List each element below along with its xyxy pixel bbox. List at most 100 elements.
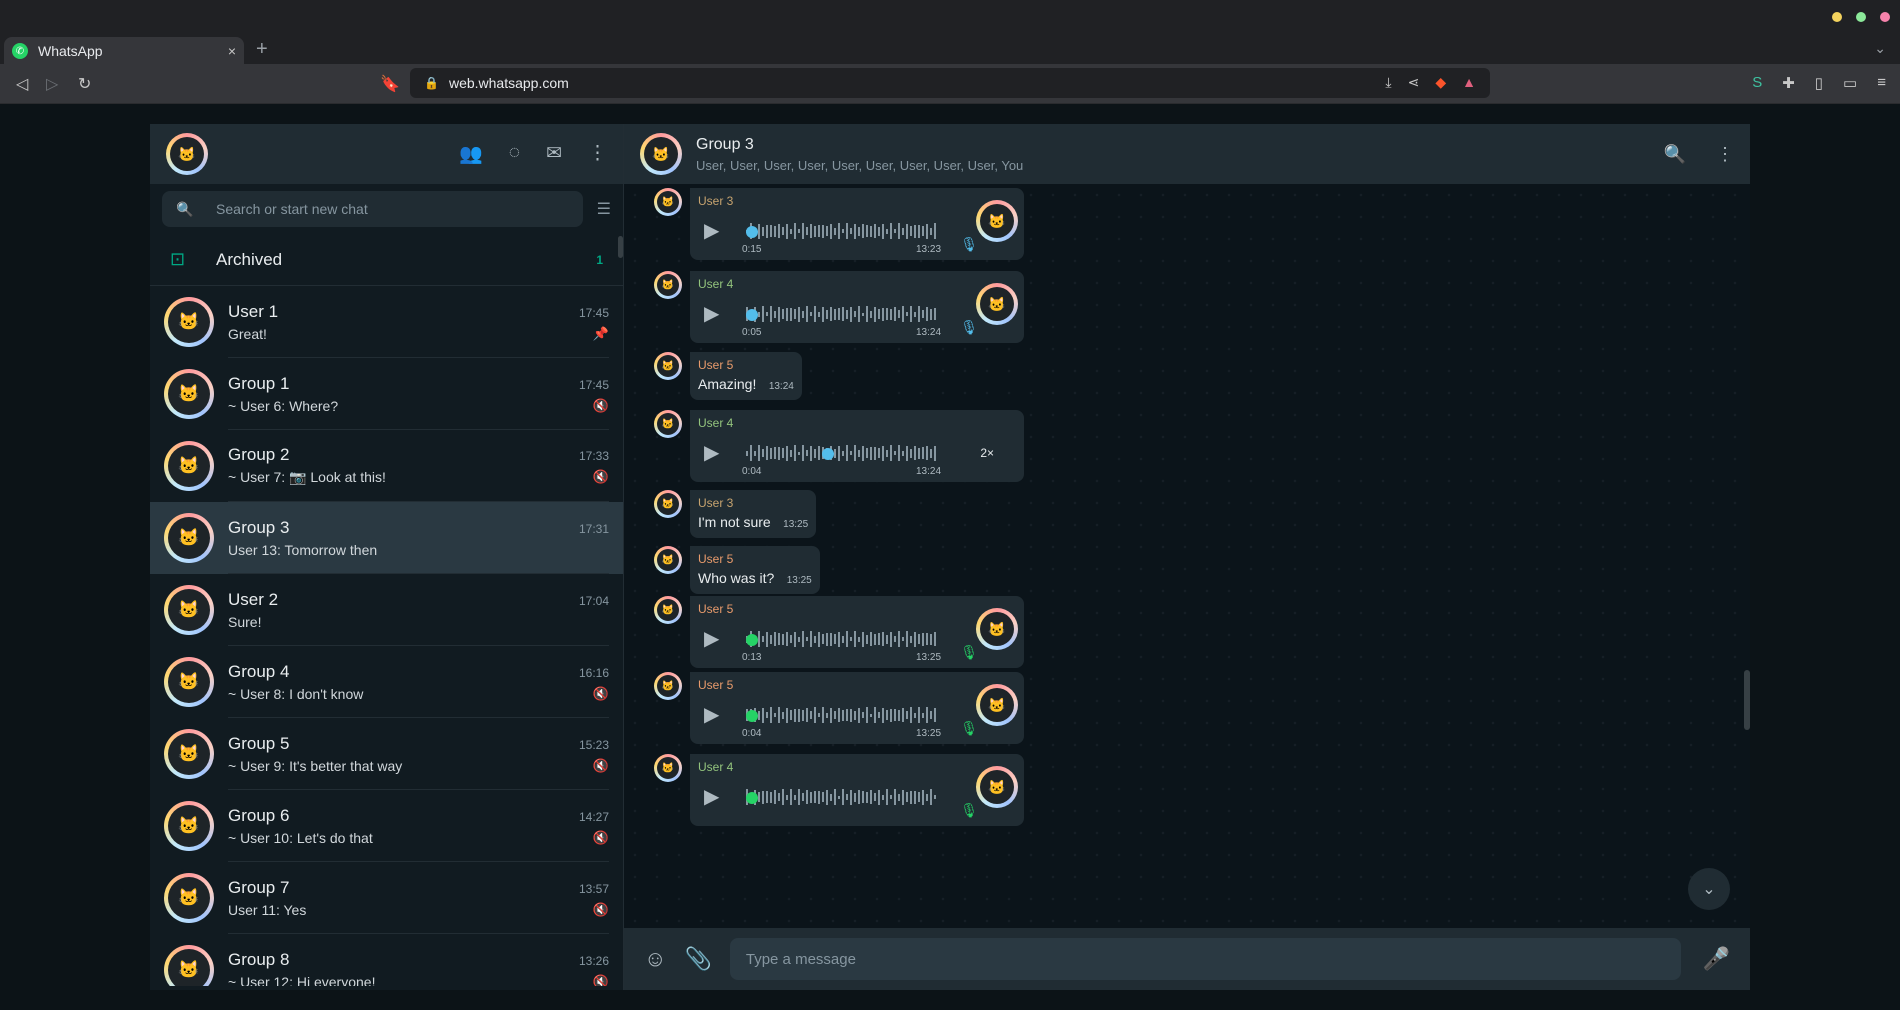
sender-name[interactable]: User 4 — [698, 277, 733, 291]
window-controls[interactable] — [1832, 12, 1890, 22]
play-icon[interactable]: ▶ — [704, 218, 719, 243]
chat-list-item[interactable]: 🐱 User 2 17:04 Sure! — [150, 574, 623, 646]
sidebar-toggle-icon[interactable]: ▯ — [1815, 74, 1823, 92]
communities-icon[interactable]: 👥 — [459, 142, 483, 166]
chat-avatar: 🐱 — [164, 297, 214, 347]
reload-icon[interactable]: ↻ — [78, 74, 91, 94]
menu-icon[interactable]: ⋮ — [588, 142, 607, 166]
close-window-button[interactable] — [1880, 12, 1890, 22]
minimize-button[interactable] — [1832, 12, 1842, 22]
chat-list-item[interactable]: 🐱 Group 6 14:27 ~ User 10: Let's do that… — [150, 790, 623, 862]
sender-avatar[interactable]: 🐱 — [654, 546, 682, 574]
sender-avatar[interactable]: 🐱 — [654, 490, 682, 518]
install-app-icon[interactable]: ⤓ — [1385, 74, 1391, 91]
search-input[interactable] — [216, 201, 516, 217]
sender-name[interactable]: User 3 — [698, 194, 733, 208]
back-icon[interactable]: ◁ — [16, 74, 28, 94]
play-icon[interactable]: ▶ — [704, 440, 719, 465]
playback-slider-handle[interactable] — [746, 634, 758, 646]
sender-avatar[interactable]: 🐱 — [654, 271, 682, 299]
playback-speed-button[interactable]: 2× — [980, 446, 994, 460]
message-bubble[interactable]: User 5 Amazing! 13:24 — [690, 352, 802, 400]
browser-tab-whatsapp[interactable]: ✆ WhatsApp × — [4, 37, 244, 65]
chat-list-item[interactable]: 🐱 Group 3 17:31 User 13: Tomorrow then — [150, 502, 623, 574]
message-input-box[interactable] — [729, 938, 1681, 980]
playback-slider-handle[interactable] — [746, 226, 758, 238]
voice-bubble[interactable]: User 5 ▶ 0:04 13:25 🐱 🎙 — [690, 672, 1024, 744]
search-box[interactable]: 🔍 — [162, 191, 583, 227]
voice-bubble[interactable]: User 5 ▶ 0:13 13:25 🐱 🎙 — [690, 596, 1024, 668]
waveform[interactable] — [746, 788, 936, 806]
sender-name[interactable]: User 3 — [698, 496, 808, 510]
attach-icon[interactable]: 📎 — [684, 946, 711, 972]
new-tab-button[interactable]: + — [256, 38, 268, 61]
bookmark-icon[interactable]: 🔖 — [380, 74, 400, 94]
playback-slider-handle[interactable] — [822, 448, 834, 460]
chat-list-item[interactable]: 🐱 Group 5 15:23 ~ User 9: It's better th… — [150, 718, 623, 790]
brave-rewards-icon[interactable]: ▲ — [1462, 74, 1476, 91]
share-icon[interactable]: ⋖ — [1408, 74, 1420, 91]
sender-avatar[interactable]: 🐱 — [654, 596, 682, 624]
voice-record-icon[interactable]: 🎤 — [1703, 946, 1730, 972]
emoji-icon[interactable]: ☺ — [644, 946, 666, 972]
sender-name[interactable]: User 4 — [698, 416, 733, 430]
playback-slider-handle[interactable] — [746, 309, 758, 321]
search-messages-icon[interactable]: 🔍 — [1664, 144, 1686, 165]
extension-icon[interactable]: S — [1752, 74, 1762, 92]
tab-list-chevron-icon[interactable]: ⌄ — [1874, 40, 1886, 57]
waveform[interactable] — [746, 706, 936, 724]
browser-menu-icon[interactable]: ≡ — [1877, 74, 1886, 92]
playback-slider-handle[interactable] — [746, 792, 758, 804]
scroll-to-bottom-button[interactable]: ⌄ — [1688, 868, 1730, 910]
chat-list-item[interactable]: 🐱 Group 8 13:26 ~ User 12: Hi everyone! … — [150, 934, 623, 986]
message-bubble[interactable]: User 5 Who was it? 13:25 — [690, 546, 820, 594]
conversation-menu-icon[interactable]: ⋮ — [1716, 144, 1734, 165]
waveform[interactable] — [746, 222, 936, 240]
sender-name[interactable]: User 5 — [698, 358, 794, 372]
play-icon[interactable]: ▶ — [704, 626, 719, 651]
voice-bubble[interactable]: User 4 ▶ 0:04 13:24 2× — [690, 410, 1024, 482]
message-input[interactable] — [745, 950, 1681, 968]
sender-name[interactable]: User 5 — [698, 602, 733, 616]
waveform[interactable] — [746, 630, 936, 648]
chat-list-item[interactable]: 🐱 Group 7 13:57 User 11: Yes 🔇 — [150, 862, 623, 934]
status-icon[interactable]: ◌ — [509, 142, 520, 166]
waveform[interactable] — [746, 305, 936, 323]
sender-avatar[interactable]: 🐱 — [654, 672, 682, 700]
conversation-header[interactable]: 🐱 Group 3 User, User, User, User, User, … — [624, 124, 1750, 184]
chat-list-item[interactable]: 🐱 User 1 17:45 Great! 📌 — [150, 286, 623, 358]
chat-list-item[interactable]: 🐱 Group 1 17:45 ~ User 6: Where? 🔇 — [150, 358, 623, 430]
brave-shield-icon[interactable]: ◆ — [1435, 74, 1446, 91]
play-icon[interactable]: ▶ — [704, 702, 719, 727]
group-avatar[interactable]: 🐱 — [640, 133, 682, 175]
new-chat-icon[interactable]: ✉ — [546, 142, 562, 166]
sender-avatar[interactable]: 🐱 — [654, 410, 682, 438]
sidebar-scrollbar[interactable] — [618, 236, 623, 258]
archived-row[interactable]: ⊡ Archived 1 — [150, 234, 623, 286]
play-icon[interactable]: ▶ — [704, 301, 719, 326]
maximize-button[interactable] — [1856, 12, 1866, 22]
chat-list-item[interactable]: 🐱 Group 4 16:16 ~ User 8: I don't know 🔇 — [150, 646, 623, 718]
sender-name[interactable]: User 5 — [698, 678, 733, 692]
extensions-puzzle-icon[interactable]: ✚ — [1782, 74, 1795, 92]
chat-list-item[interactable]: 🐱 Group 2 17:33 ~ User 7: 📷 Look at this… — [150, 430, 623, 502]
voice-bubble[interactable]: User 4 ▶ 🐱 🎙 — [690, 754, 1024, 826]
sender-avatar[interactable]: 🐱 — [654, 188, 682, 216]
sender-name[interactable]: User 5 — [698, 552, 812, 566]
forward-icon[interactable]: ▷ — [46, 74, 58, 94]
filter-icon[interactable]: ☰ — [597, 199, 611, 219]
voice-bubble[interactable]: User 4 ▶ 0:05 13:24 🐱 🎙 — [690, 271, 1024, 343]
message-bubble[interactable]: User 3 I'm not sure 13:25 — [690, 490, 817, 538]
sender-name[interactable]: User 4 — [698, 760, 733, 774]
waveform[interactable] — [746, 444, 936, 462]
wallet-icon[interactable]: ▭ — [1843, 74, 1857, 92]
tab-close-icon[interactable]: × — [228, 43, 236, 59]
sender-avatar[interactable]: 🐱 — [654, 352, 682, 380]
voice-bubble[interactable]: User 3 ▶ 0:15 13:23 🐱 🎙 — [690, 188, 1024, 260]
messages-scrollbar[interactable] — [1744, 670, 1750, 730]
playback-slider-handle[interactable] — [746, 710, 758, 722]
profile-avatar[interactable]: 🐱 — [166, 133, 208, 175]
address-bar[interactable]: 🔒 web.whatsapp.com ⤓ ⋖ ◆ ▲ — [410, 68, 1490, 98]
sender-avatar[interactable]: 🐱 — [654, 754, 682, 782]
play-icon[interactable]: ▶ — [704, 784, 719, 809]
